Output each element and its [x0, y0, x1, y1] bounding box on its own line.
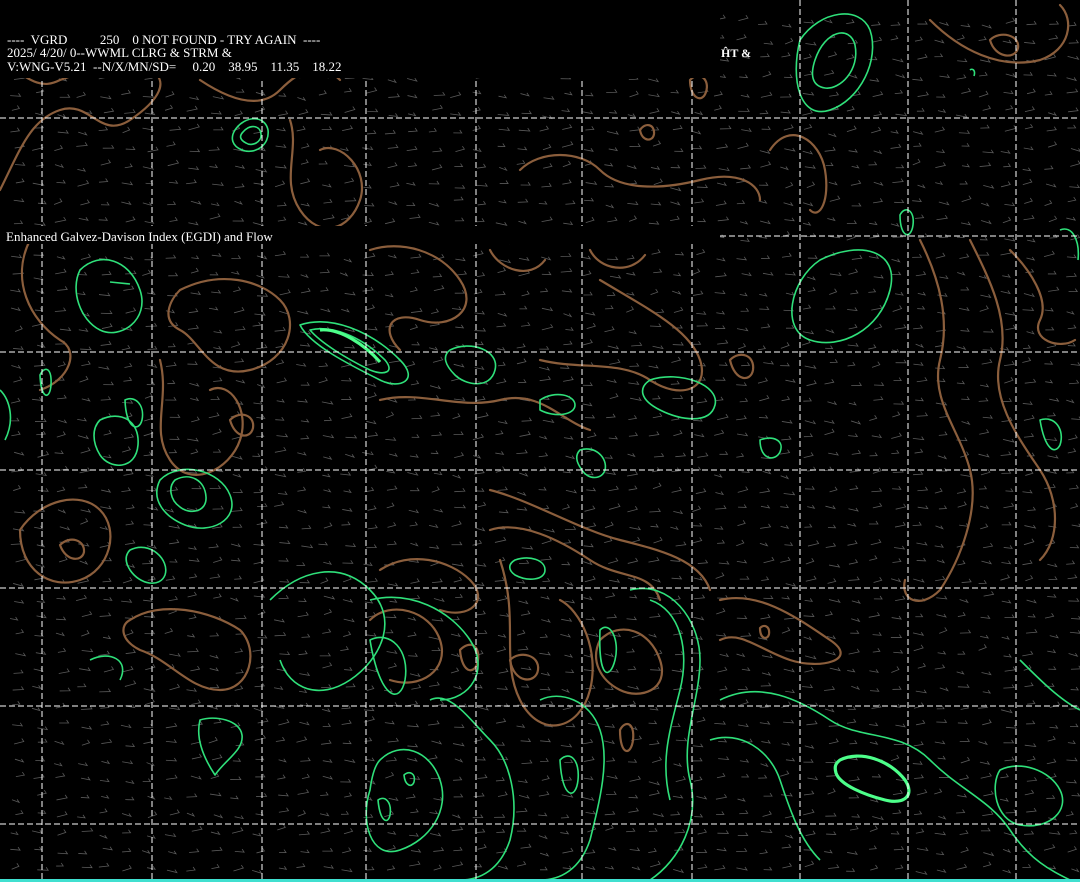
header-line-date: 2025/ 4/20/ 0--WWML CLRG & STRM &: [7, 45, 232, 60]
weather-map: [0, 0, 1080, 882]
product-title: Enhanced Galvez-Davison Index (EGDI) and…: [6, 229, 273, 244]
top-black-band: [0, 0, 720, 28]
header-line-stats: V:WNG-V5.21 --N/X/MN/SD= 0.20 38.95 11.3…: [7, 59, 342, 74]
corner-label: ĤT &: [721, 46, 752, 60]
